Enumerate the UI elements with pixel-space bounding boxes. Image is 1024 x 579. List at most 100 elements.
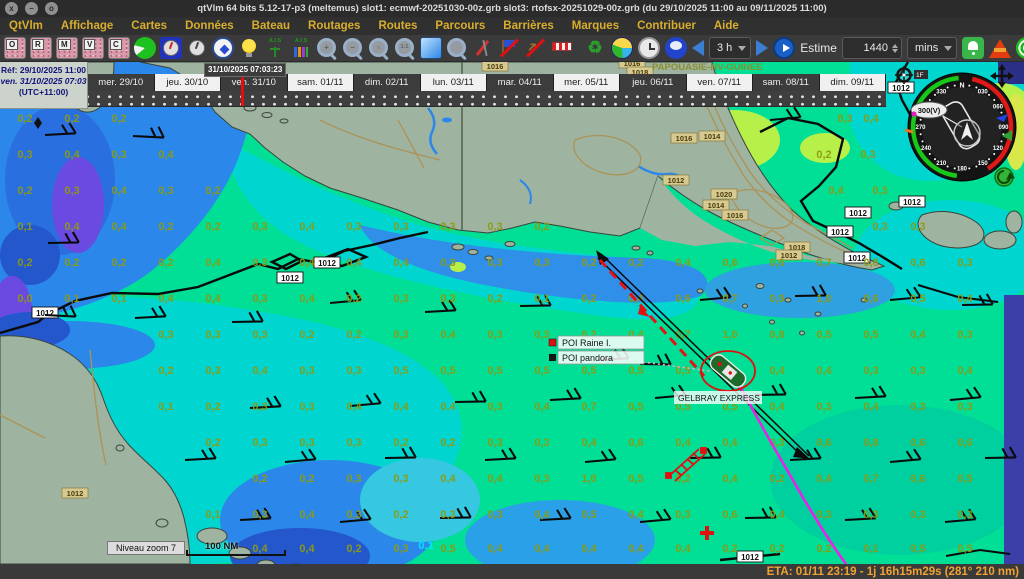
- window-controls[interactable]: x – o: [5, 2, 58, 15]
- menu-item-parcours[interactable]: Parcours: [426, 20, 494, 32]
- speed-label: 0,2: [158, 221, 173, 233]
- window-title: qtVlm 64 bits 5.12-17-p3 (meltemus) slot…: [197, 3, 826, 14]
- grib-zone-icon[interactable]: [420, 37, 442, 59]
- timeline-day-cell[interactable]: sam. 01/11: [288, 74, 355, 91]
- zoom-out-icon[interactable]: −: [342, 37, 364, 59]
- timeline-day-cell[interactable]: ven. 07/11: [687, 74, 754, 91]
- svg-text:1012: 1012: [892, 84, 910, 93]
- region-name-label: PAPOUASIE-NV-GUINEE: [652, 62, 763, 73]
- timeline-day-cell[interactable]: dim. 09/11: [820, 74, 887, 91]
- windsock-icon[interactable]: [550, 37, 572, 59]
- speed-label: 0,4: [675, 543, 691, 555]
- earth-icon[interactable]: [611, 37, 633, 59]
- menu-item-aide[interactable]: Aide: [705, 20, 748, 32]
- timeline-slider[interactable]: [88, 91, 886, 107]
- ais-list-icon[interactable]: A.I.S: [290, 37, 312, 59]
- timeline-day-cell[interactable]: mer. 29/10: [88, 74, 155, 91]
- speed-label: 0,3: [957, 509, 972, 521]
- menu-item-contribuer[interactable]: Contribuer: [628, 20, 705, 32]
- zoom-in-icon[interactable]: +: [316, 37, 338, 59]
- menu-item-affichage[interactable]: Affichage: [52, 20, 122, 32]
- zoom-level-label: Niveau zoom 7: [107, 541, 185, 555]
- speed-label: 0,2: [111, 113, 126, 125]
- ais-targets-icon[interactable]: A.I.S: [264, 37, 286, 59]
- maximize-icon[interactable]: o: [45, 2, 58, 15]
- speed-label: 0,4: [346, 257, 362, 269]
- svg-text:1012: 1012: [741, 553, 759, 562]
- zoom-select-icon[interactable]: ▫: [368, 37, 390, 59]
- chart-v-icon[interactable]: V: [82, 37, 104, 59]
- warning-triangle-icon[interactable]: [989, 39, 1011, 58]
- clock-icon[interactable]: [638, 37, 660, 59]
- svg-text:1016: 1016: [727, 211, 744, 220]
- chart-o-icon[interactable]: O: [4, 37, 26, 59]
- svg-text:1012: 1012: [668, 176, 685, 185]
- estime-arrow-icon[interactable]: [524, 37, 546, 59]
- speed-label: 0,3: [158, 185, 173, 197]
- speed-label: 0,6: [863, 293, 878, 305]
- reload-grib-icon[interactable]: ♻: [584, 37, 606, 59]
- speed-label: 0,3: [393, 473, 408, 485]
- close-icon[interactable]: x: [5, 2, 18, 15]
- zoom-default-icon[interactable]: 1:1: [394, 37, 416, 59]
- compass-tool-icon[interactable]: [212, 37, 234, 59]
- speed-label: 0,5: [581, 509, 596, 521]
- time-step-select[interactable]: 3 h: [709, 37, 751, 59]
- estime-unit-select[interactable]: mins: [907, 37, 957, 59]
- grib-icon[interactable]: [134, 37, 156, 59]
- speed-label: 0,2: [158, 257, 173, 269]
- speed-label: 0,6: [816, 437, 831, 449]
- timeline-day-cell[interactable]: lun. 03/11: [421, 74, 488, 91]
- tips-icon[interactable]: [238, 37, 260, 59]
- chart-m-icon[interactable]: M: [56, 37, 78, 59]
- alarm-bell-button[interactable]: [962, 37, 984, 59]
- speed-label: 0,3: [299, 401, 314, 413]
- chart-r-icon[interactable]: R: [30, 37, 52, 59]
- menu-item-cartes[interactable]: Cartes: [122, 20, 176, 32]
- chevron-down-icon: [738, 46, 746, 51]
- globe-icon[interactable]: [665, 37, 687, 59]
- measure-icon[interactable]: [472, 37, 494, 59]
- next-step-button[interactable]: [756, 40, 768, 56]
- menu-item-bateau[interactable]: Bateau: [243, 20, 299, 32]
- speed-label: 0,3: [252, 293, 267, 305]
- search-icon[interactable]: [446, 37, 468, 59]
- speed-label: 0,4: [816, 473, 832, 485]
- timeline-day-cell[interactable]: mer. 05/11: [554, 74, 621, 91]
- speed-label: 0,3: [346, 365, 361, 377]
- svg-text:1012: 1012: [849, 209, 867, 218]
- speed-label: 0,3: [910, 509, 925, 521]
- timeline-day-cell[interactable]: sam. 08/11: [753, 74, 820, 91]
- menu-item-routages[interactable]: Routages: [299, 20, 369, 32]
- svg-text:1012: 1012: [67, 489, 84, 498]
- estime-interval-value: 1440: [864, 42, 888, 54]
- estime-interval-input[interactable]: 1440: [842, 37, 902, 59]
- menu-item-routes[interactable]: Routes: [369, 20, 426, 32]
- menu-item-qtvlm[interactable]: QtVlm: [0, 20, 52, 32]
- target-rings-icon[interactable]: [1016, 37, 1024, 59]
- menu-item-barrires[interactable]: Barrières: [494, 20, 563, 32]
- instruments-icon[interactable]: [186, 37, 208, 59]
- timeline-day-cell[interactable]: mar. 04/11: [487, 74, 554, 91]
- meteogram-icon[interactable]: [160, 37, 182, 59]
- speed-label: 0,6: [675, 293, 690, 305]
- speed-label: 0,2: [299, 473, 314, 485]
- menu-item-marques[interactable]: Marques: [563, 20, 628, 32]
- speed-label: 0,3: [487, 257, 502, 269]
- previous-step-button[interactable]: [692, 40, 704, 56]
- speed-label: 0,4: [252, 365, 268, 377]
- minimize-icon[interactable]: –: [25, 2, 38, 15]
- speed-label: 0,4: [299, 221, 315, 233]
- speed-label: 0,2: [534, 221, 549, 233]
- play-animation-button[interactable]: [773, 37, 795, 59]
- timeline-day-cell[interactable]: dim. 02/11: [354, 74, 421, 91]
- speed-label: 0,4: [628, 543, 644, 555]
- map-canvas[interactable]: 1016101810161014101210201014101610181012…: [0, 62, 1024, 564]
- chart-c-icon[interactable]: C: [108, 37, 130, 59]
- flag-icon[interactable]: [498, 37, 520, 59]
- speed-label: 0,3: [910, 365, 925, 377]
- speed-label: 1,0: [816, 293, 831, 305]
- spinner-arrows[interactable]: [892, 44, 898, 53]
- menu-item-donnes[interactable]: Données: [176, 20, 243, 32]
- timeline-day-cell[interactable]: jeu. 06/11: [620, 74, 687, 91]
